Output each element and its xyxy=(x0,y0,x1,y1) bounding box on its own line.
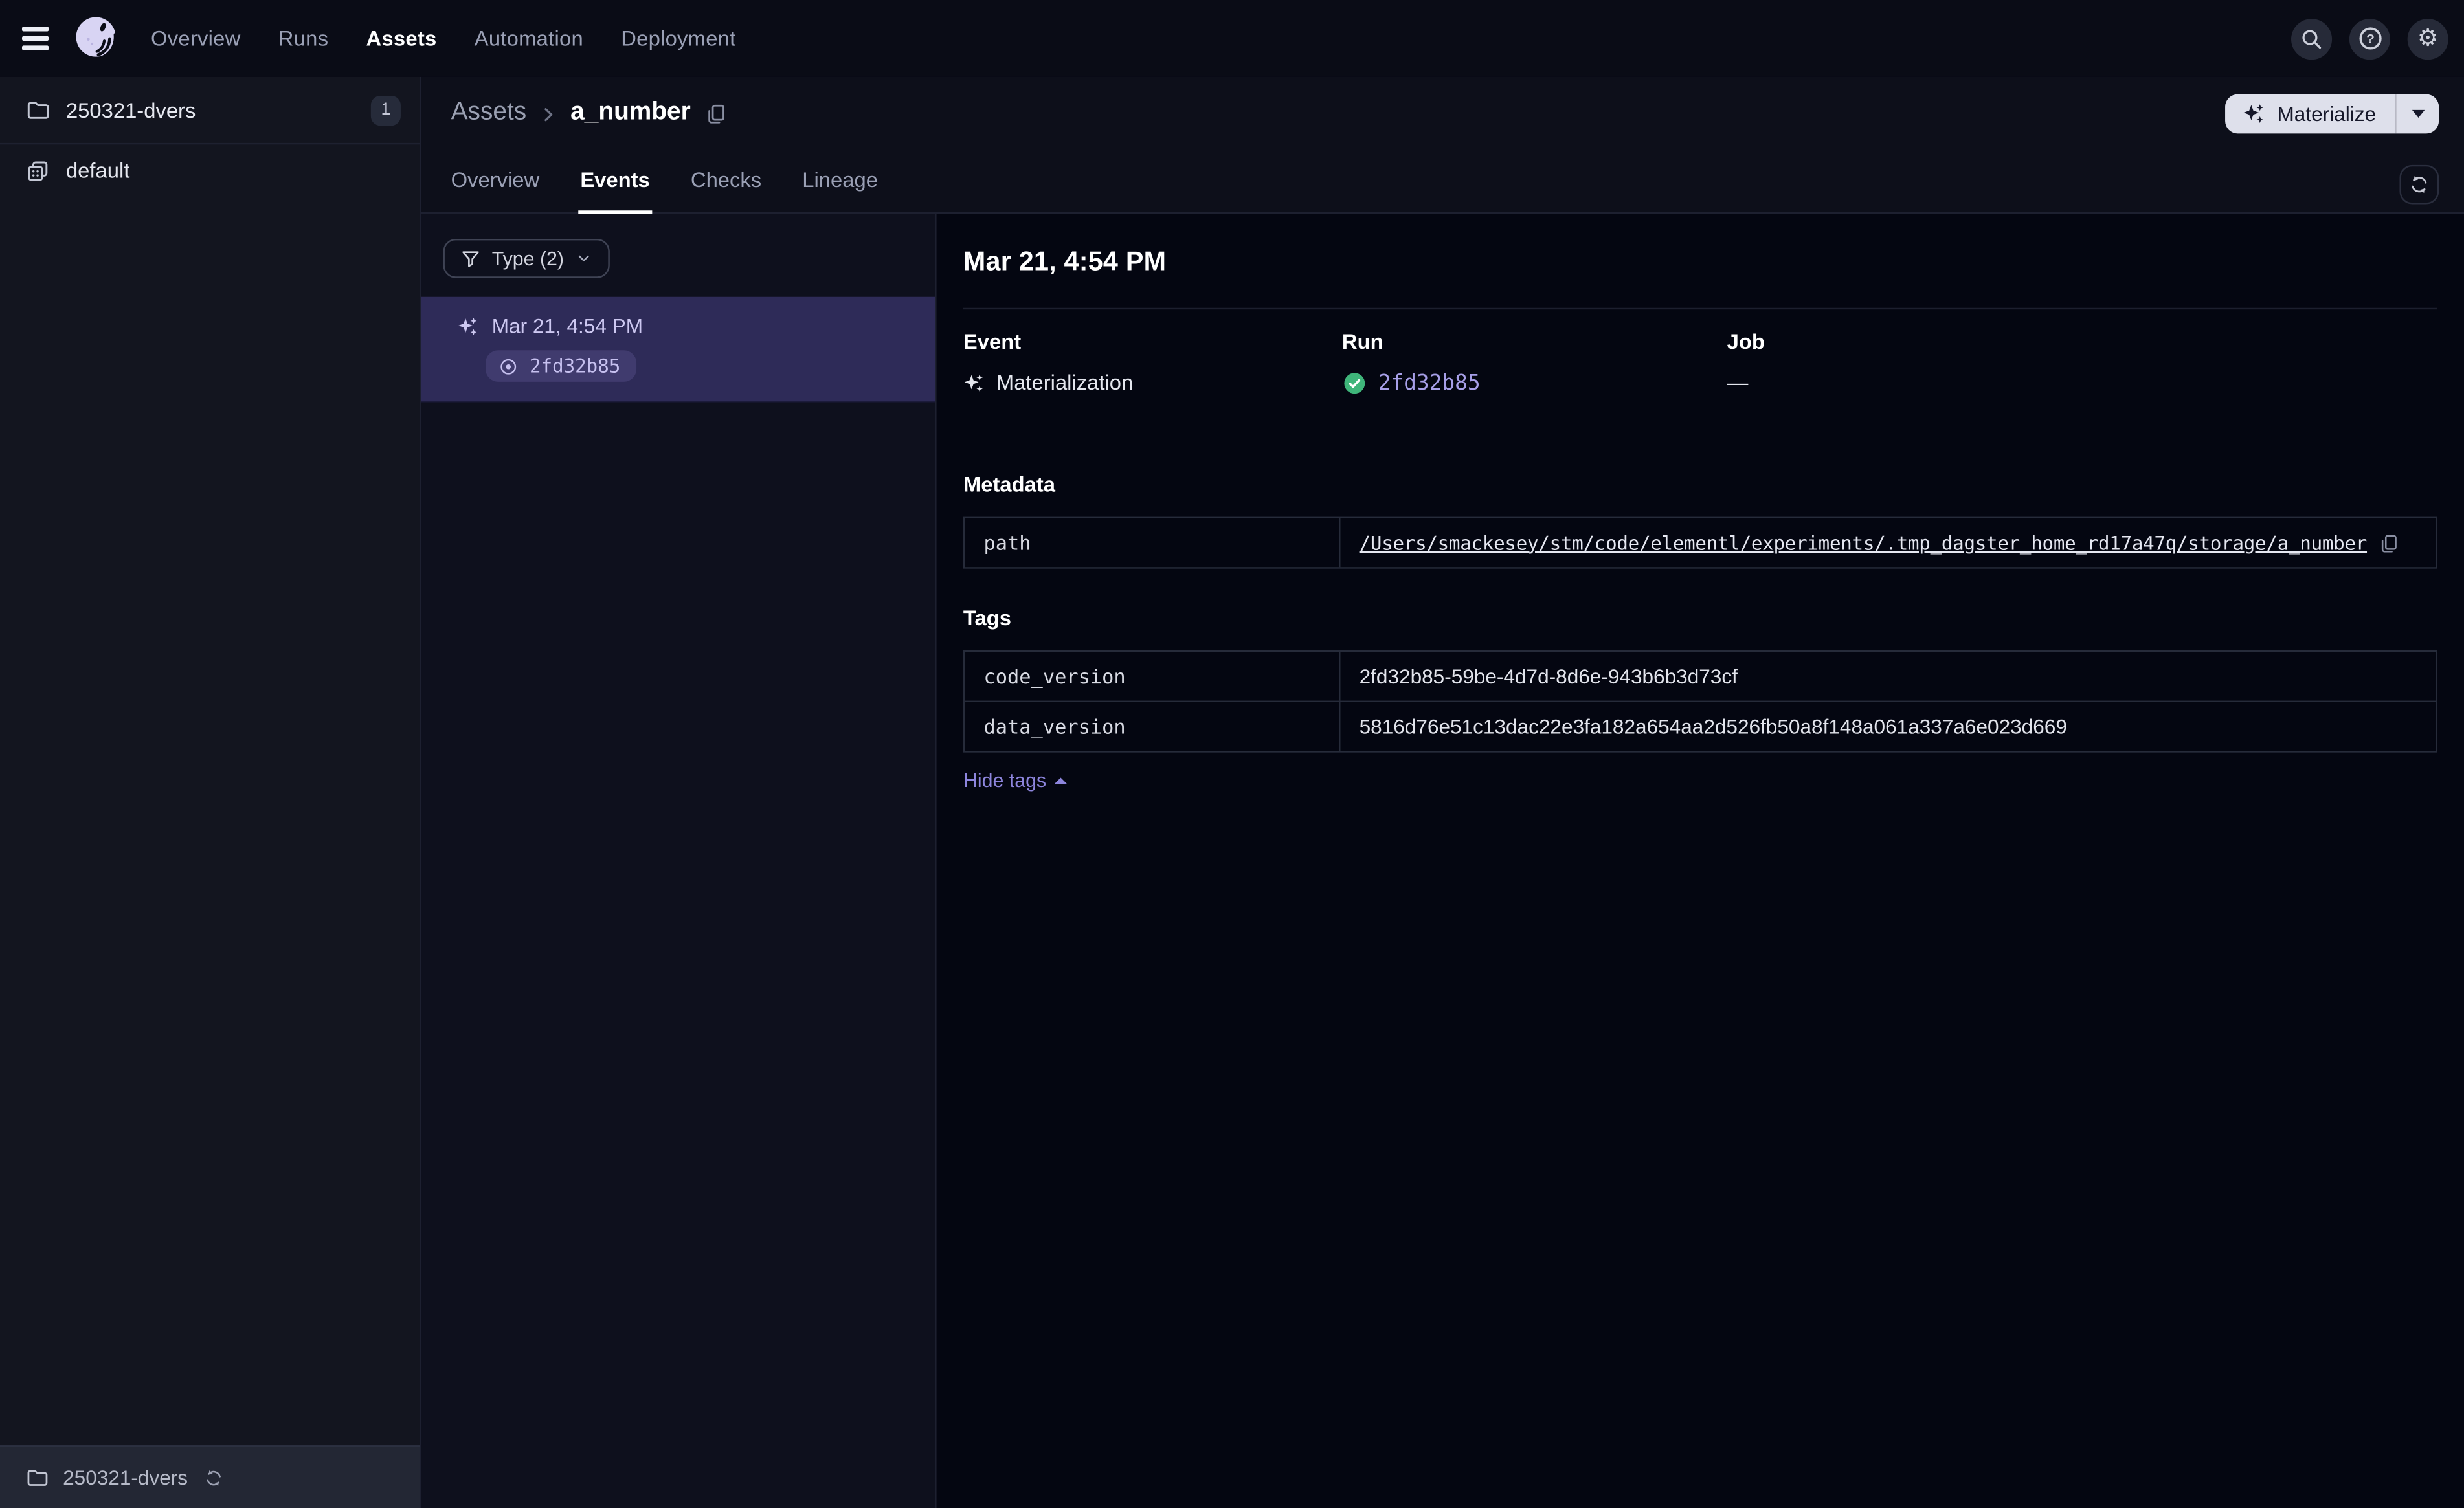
help-icon: ? xyxy=(2357,25,2383,52)
event-timestamp: Mar 21, 4:54 PM xyxy=(491,314,644,338)
asset-name-title: a_number xyxy=(570,98,691,126)
event-detail-title: Mar 21, 4:54 PM xyxy=(963,247,1167,277)
type-filter-button[interactable]: Type (2) xyxy=(443,238,610,278)
circle-dot-icon xyxy=(498,356,519,377)
chevron-right-icon xyxy=(537,103,559,125)
divider xyxy=(963,307,2437,310)
run-column-header: Run xyxy=(1341,329,1383,354)
copy-asset-name-button[interactable] xyxy=(705,102,728,125)
sparkle-icon xyxy=(457,315,479,337)
code-location-label: 250321-dvers xyxy=(65,98,196,122)
copy-path-button[interactable] xyxy=(2378,532,2400,554)
metadata-path-link[interactable]: /Users/smackesey/stm/code/elementl/exper… xyxy=(1360,532,2368,554)
dagster-app: Overview Runs Assets Automation Deployme… xyxy=(0,0,2464,1508)
event-column-header: Event xyxy=(963,329,1022,354)
sync-icon xyxy=(2408,173,2431,196)
materialize-button[interactable]: Materialize xyxy=(2225,93,2439,133)
tags-heading: Tags xyxy=(963,606,1012,630)
run-id-pill[interactable]: 2fd32b85 xyxy=(486,350,636,382)
table-row: data_version 5816d76e51c13dac22e3fa182a6… xyxy=(965,702,2436,751)
sparkle-icon xyxy=(963,371,985,394)
asset-group-label: default xyxy=(65,159,130,183)
asset-detail-page: Assets a_number Materialize Overview Eve… xyxy=(421,76,2464,1508)
tag-key: code_version xyxy=(965,652,1341,701)
folder-icon xyxy=(25,97,50,122)
hamburger-menu-button[interactable] xyxy=(21,21,56,56)
run-id-link[interactable]: 2fd32b85 xyxy=(1378,371,1481,396)
event-type-value: Materialization xyxy=(996,370,1134,395)
tags-table: code_version 2fd32b85-59be-4d7d-8d6e-943… xyxy=(963,650,2437,753)
event-list-item[interactable]: Mar 21, 4:54 PM 2fd32b85 xyxy=(421,296,935,403)
metadata-heading: Metadata xyxy=(963,472,1055,497)
main-nav: Overview Runs Assets Automation Deployme… xyxy=(151,27,735,50)
materialize-dropdown-toggle[interactable] xyxy=(2397,93,2439,133)
svg-text:?: ? xyxy=(2366,32,2374,47)
check-circle-icon xyxy=(1342,371,1367,396)
hide-tags-label: Hide tags xyxy=(963,770,1047,792)
gear-icon: ⚙ xyxy=(2417,23,2439,52)
events-layout: Type (2) Mar 21, 4:54 PM 2fd32b85 Mar 21… xyxy=(421,214,2464,1508)
folder-icon xyxy=(25,1466,49,1489)
nav-item-runs[interactable]: Runs xyxy=(278,27,328,50)
tab-lineage[interactable]: Lineage xyxy=(801,168,880,214)
nav-item-assets[interactable]: Assets xyxy=(366,27,437,50)
top-nav-actions: ? ⚙ xyxy=(2291,17,2448,60)
asset-group-icon xyxy=(25,158,50,183)
tab-events[interactable]: Events xyxy=(578,168,652,214)
tags-section: Tags code_version 2fd32b85-59be-4d7d-8d6… xyxy=(963,606,2437,792)
asset-groups-sidebar: 250321-dvers 1 default 250321-dvers xyxy=(0,76,421,1508)
job-value: — xyxy=(1727,370,1749,395)
event-list-panel: Type (2) Mar 21, 4:54 PM 2fd32b85 xyxy=(421,214,937,1508)
refresh-events-button[interactable] xyxy=(2399,164,2439,205)
dagster-logo xyxy=(73,14,121,63)
reload-code-location-button[interactable] xyxy=(202,1467,224,1489)
funnel-icon xyxy=(460,249,481,269)
asset-tabs: Overview Events Checks Lineage xyxy=(421,150,2464,214)
search-icon xyxy=(2299,26,2324,51)
tag-value: 2fd32b85-59be-4d7d-8d6e-943b6b3d73cf xyxy=(1359,664,1738,689)
nav-item-overview[interactable]: Overview xyxy=(151,27,241,50)
nav-item-automation[interactable]: Automation xyxy=(475,27,583,50)
table-row: code_version 2fd32b85-59be-4d7d-8d6e-943… xyxy=(965,652,2436,703)
sidebar-item-default-group[interactable]: default xyxy=(0,144,420,196)
sidebar-item-code-location[interactable]: 250321-dvers 1 xyxy=(0,77,420,145)
event-detail-panel: Mar 21, 4:54 PM Event Materialization Ru… xyxy=(936,214,2464,1508)
metadata-table: path /Users/smackesey/stm/code/elementl/… xyxy=(963,516,2437,569)
asset-header: Assets a_number Materialize Overview Eve… xyxy=(421,76,2464,214)
breadcrumb: Assets a_number Materialize xyxy=(421,77,2464,150)
job-column-header: Job xyxy=(1727,329,1765,354)
help-button[interactable]: ? xyxy=(2349,17,2390,60)
metadata-section: Metadata path /Users/smackesey/stm/code/… xyxy=(963,473,2437,569)
caret-up-icon xyxy=(1054,777,1067,784)
settings-button[interactable]: ⚙ xyxy=(2407,17,2448,60)
hamburger-icon xyxy=(21,27,49,32)
asset-count-badge: 1 xyxy=(370,94,401,125)
copy-icon xyxy=(2378,532,2400,554)
sidebar-footer: 250321-dvers xyxy=(0,1445,420,1508)
hide-tags-link[interactable]: Hide tags xyxy=(963,770,1067,792)
tag-key: data_version xyxy=(965,702,1341,751)
footer-code-location-label: 250321-dvers xyxy=(63,1465,188,1490)
filter-bar: Type (2) xyxy=(421,214,935,297)
metadata-key: path xyxy=(965,518,1341,568)
type-filter-label: Type (2) xyxy=(491,247,565,270)
sync-icon xyxy=(202,1467,224,1489)
chevron-down-icon xyxy=(575,250,592,267)
table-row: path /Users/smackesey/stm/code/elementl/… xyxy=(965,518,2436,568)
tab-checks[interactable]: Checks xyxy=(689,168,763,214)
sparkle-icon xyxy=(2243,102,2266,125)
tab-overview[interactable]: Overview xyxy=(449,168,541,214)
breadcrumb-assets-link[interactable]: Assets xyxy=(451,99,527,128)
caret-down-icon xyxy=(2411,109,2425,117)
nav-item-deployment[interactable]: Deployment xyxy=(621,27,735,50)
materialize-button-label: Materialize xyxy=(2277,101,2377,125)
search-button[interactable] xyxy=(2291,17,2333,60)
copy-icon xyxy=(705,102,728,125)
event-summary: Event Materialization Run 2fd32b85 Job — xyxy=(963,330,2437,396)
run-id-text: 2fd32b85 xyxy=(530,355,621,377)
tag-value: 5816d76e51c13dac22e3fa182a654aa2d526fb50… xyxy=(1359,715,2067,738)
top-nav: Overview Runs Assets Automation Deployme… xyxy=(0,0,2464,77)
